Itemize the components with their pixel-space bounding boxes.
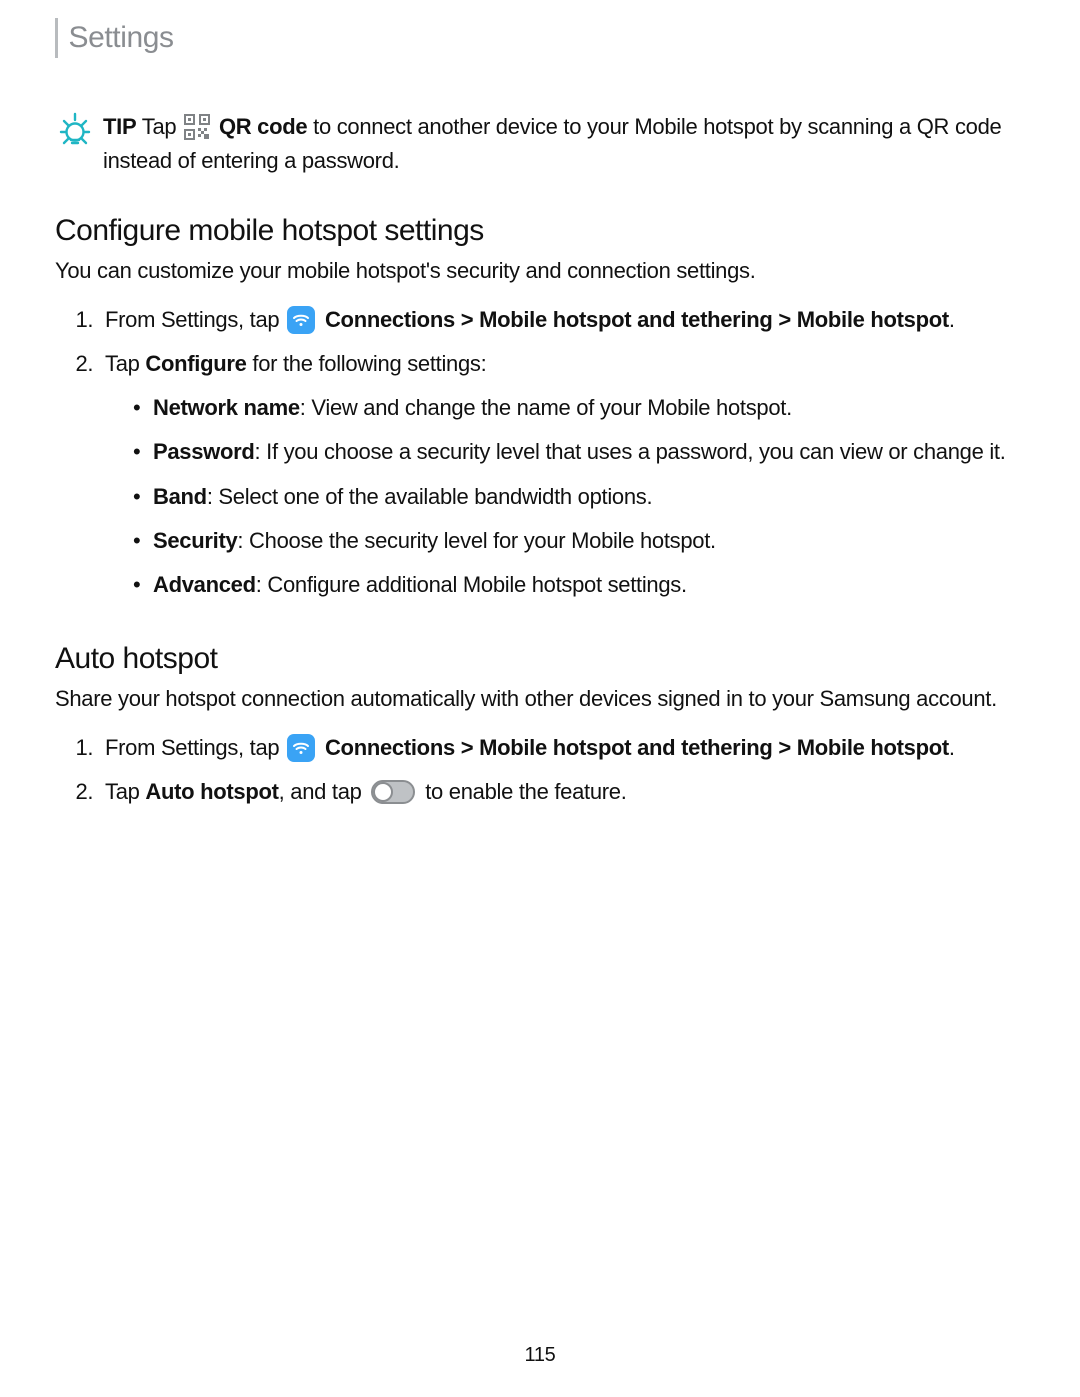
step2-rest: for the following settings:	[247, 351, 487, 376]
connections-wifi-icon	[287, 306, 315, 334]
header-accent-bar	[55, 18, 58, 58]
bullet-term: Advanced	[153, 572, 256, 597]
configure-steps-list: From Settings, tap Connections > Mobile …	[55, 303, 1025, 602]
bullet-password: Password: If you choose a security level…	[133, 435, 1025, 469]
auto-steps-list: From Settings, tap Connections > Mobile …	[55, 731, 1025, 809]
section-intro-configure: You can customize your mobile hotspot's …	[55, 254, 1025, 287]
bullet-term: Network name	[153, 395, 300, 420]
page-header: Settings	[55, 0, 1025, 110]
auto-step2-rest: to enable the feature.	[419, 779, 626, 804]
bullet-desc: : If you choose a security level that us…	[255, 439, 1006, 464]
document-page: Settings TIP Tap	[0, 0, 1080, 1397]
step1-end: .	[949, 307, 955, 332]
step1-path: Connections > Mobile hotspot and tetheri…	[319, 307, 949, 332]
auto-step-1: From Settings, tap Connections > Mobile …	[99, 731, 1025, 765]
step2-bold: Configure	[145, 351, 246, 376]
bullet-desc: : Select one of the available bandwidth …	[207, 484, 652, 509]
tip-pre: Tap	[136, 114, 176, 139]
lightbulb-icon	[55, 110, 95, 150]
configure-bullets: Network name: View and change the name o…	[105, 391, 1025, 601]
configure-step-2: Tap Configure for the following settings…	[99, 347, 1025, 602]
step2-lead: Tap	[105, 351, 145, 376]
bullet-advanced: Advanced: Configure additional Mobile ho…	[133, 568, 1025, 602]
auto-step1-end: .	[949, 735, 955, 760]
header-title: Settings	[68, 21, 173, 55]
section-intro-auto: Share your hotspot connection automatica…	[55, 682, 1025, 715]
bullet-band: Band: Select one of the available bandwi…	[133, 480, 1025, 514]
auto-step2-bold: Auto hotspot	[145, 779, 278, 804]
tip-callout: TIP Tap	[55, 110, 1025, 178]
bullet-term: Band	[153, 484, 207, 509]
bullet-security: Security: Choose the security level for …	[133, 524, 1025, 558]
section-title-auto: Auto hotspot	[55, 642, 1025, 676]
configure-step-1: From Settings, tap Connections > Mobile …	[99, 303, 1025, 337]
section-title-configure: Configure mobile hotspot settings	[55, 214, 1025, 248]
tip-qr-bold: QR code	[213, 114, 307, 139]
tip-label: TIP	[103, 114, 136, 139]
auto-step-2: Tap Auto hotspot, and tap to enable the …	[99, 775, 1025, 809]
toggle-switch-icon	[371, 780, 415, 804]
connections-wifi-icon	[287, 734, 315, 762]
auto-step1-path: Connections > Mobile hotspot and tetheri…	[319, 735, 949, 760]
auto-step2-mid: , and tap	[279, 779, 368, 804]
auto-step1-lead: From Settings, tap	[105, 735, 285, 760]
step1-lead: From Settings, tap	[105, 307, 285, 332]
bullet-desc: : View and change the name of your Mobil…	[300, 395, 792, 420]
bullet-term: Password	[153, 439, 255, 464]
bullet-desc: : Configure additional Mobile hotspot se…	[256, 572, 687, 597]
auto-step2-lead: Tap	[105, 779, 145, 804]
page-number: 115	[0, 1344, 1080, 1367]
bullet-desc: : Choose the security level for your Mob…	[237, 528, 715, 553]
bullet-term: Security	[153, 528, 237, 553]
bullet-network-name: Network name: View and change the name o…	[133, 391, 1025, 425]
qr-code-icon	[184, 114, 210, 140]
tip-text: TIP Tap	[103, 110, 1025, 178]
